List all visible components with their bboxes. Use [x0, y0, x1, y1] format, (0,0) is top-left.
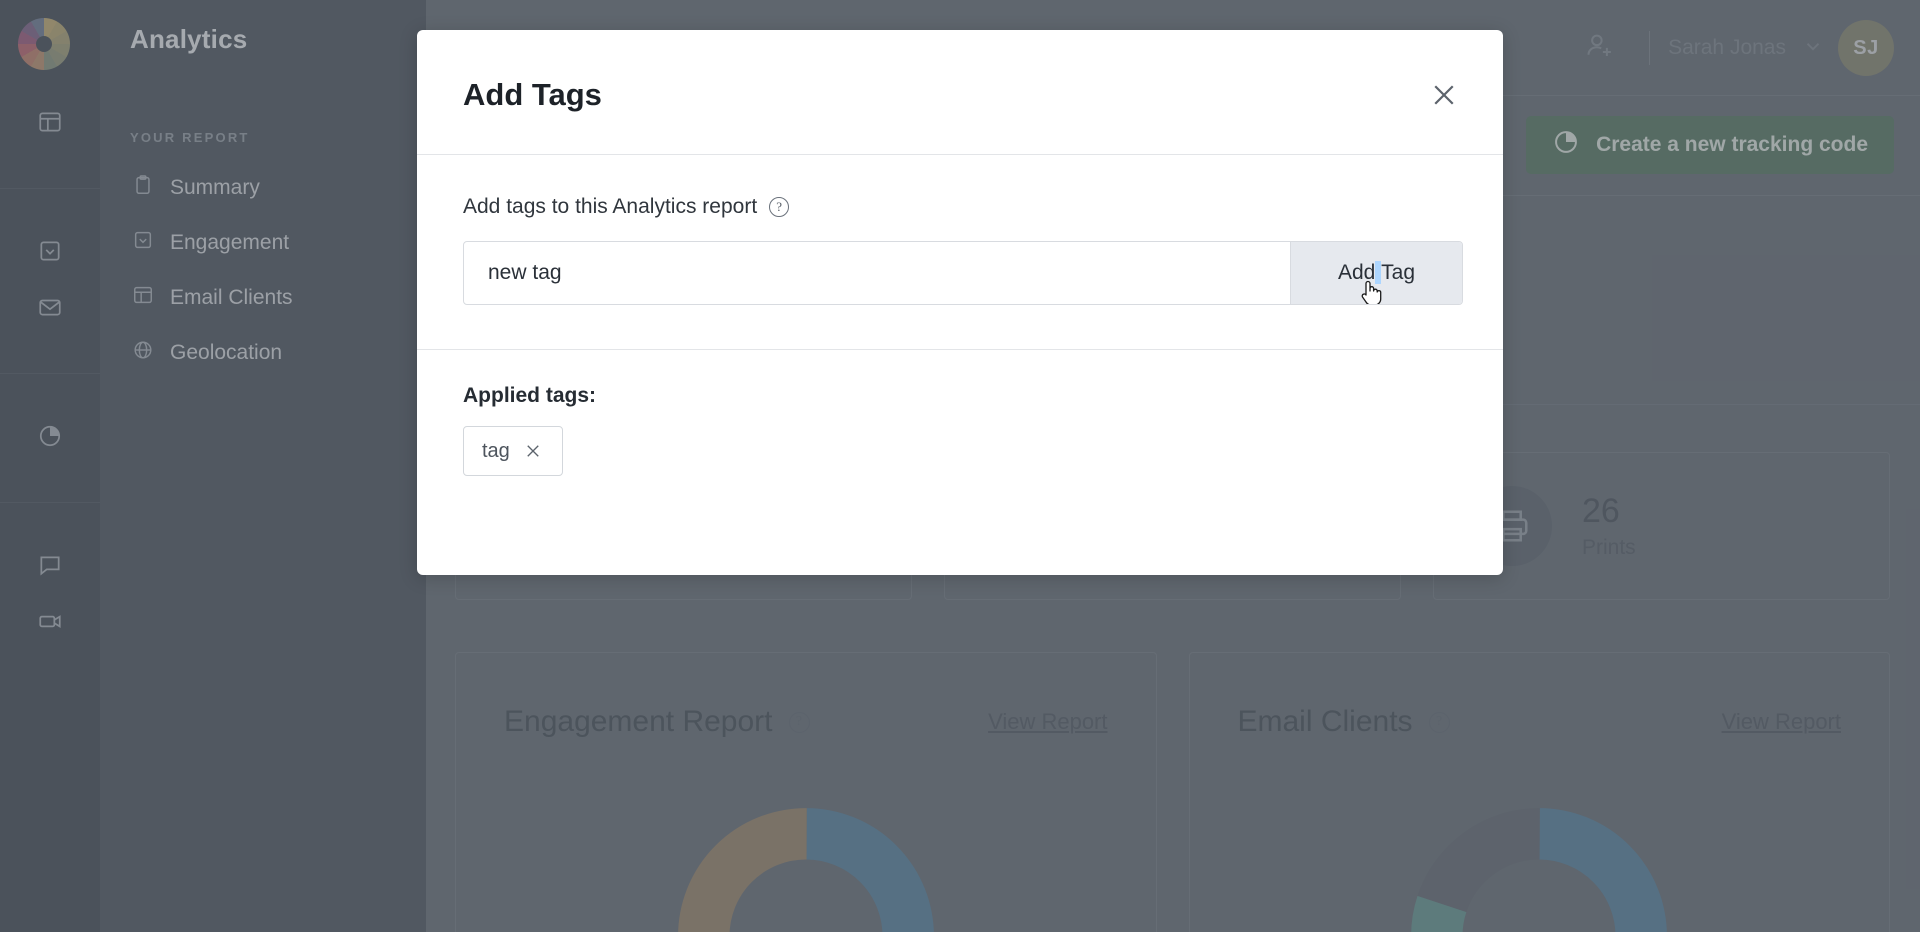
tag-chip-label: tag [482, 439, 510, 462]
add-tag-label-part2: Tag [1381, 261, 1416, 284]
applied-tags-list: tag [463, 426, 1457, 476]
field-label: Add tags to this Analytics report [463, 195, 758, 218]
remove-tag-icon[interactable] [524, 442, 542, 460]
applied-tags-label: Applied tags: [463, 384, 597, 407]
app-root: Analytics YOUR REPORT Summary Engagement [0, 0, 1920, 932]
field-label-row: Add tags to this Analytics report ? [463, 195, 1457, 219]
modal-title: Add Tags [463, 77, 602, 112]
close-icon [1429, 80, 1459, 115]
modal-body: Add tags to this Analytics report ? Add … [417, 155, 1503, 350]
add-tag-button[interactable]: Add Tag [1290, 242, 1462, 304]
tag-input[interactable] [464, 242, 1290, 304]
modal-header: Add Tags [417, 30, 1503, 155]
add-tags-modal: Add Tags Add tags to this Analytics repo… [417, 30, 1503, 575]
tag-input-row: Add Tag [463, 241, 1463, 305]
close-button[interactable] [1427, 80, 1461, 114]
add-tag-label-part1: Add [1337, 261, 1376, 284]
tag-chip[interactable]: tag [463, 426, 563, 476]
help-circle-icon[interactable]: ? [769, 197, 790, 217]
modal-footer: Applied tags: tag [417, 350, 1503, 575]
